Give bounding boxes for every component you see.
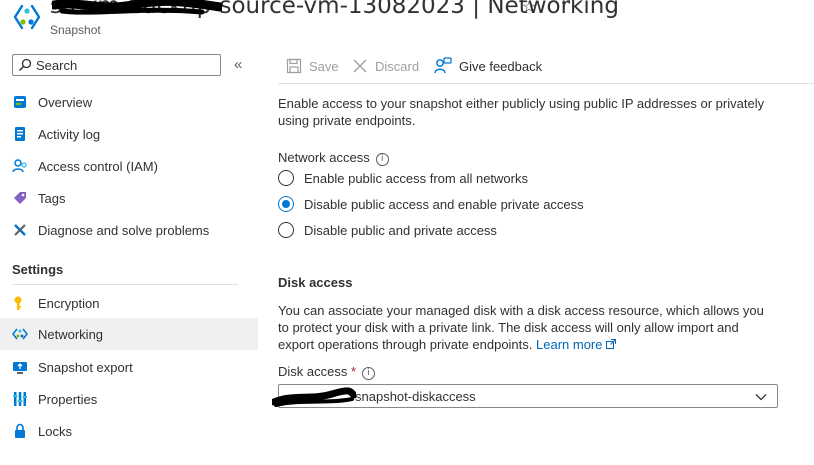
discard-label: Discard [375,58,420,74]
sidebar-item-properties[interactable]: Properties [0,383,258,415]
export-icon [13,362,27,374]
learn-more-label: Learn more [536,337,603,352]
sidebar-item-snapshot-export[interactable]: Snapshot export [0,351,258,383]
radio-disable-public-and-private[interactable]: Disable public and private access [278,220,497,240]
sidebar-item-label: Locks [38,423,72,439]
network-access-label-text: Network access [278,150,370,165]
networking-description: Enable access to your snapshot either pu… [278,96,765,128]
radio-circle[interactable] [278,222,294,238]
collapse-sidebar-icon[interactable]: « [234,56,242,73]
redaction-scribble [272,387,356,407]
networking-icon [12,328,28,340]
wrench-icon [14,224,26,236]
sidebar-item-label: Properties [38,391,98,407]
sidebar-item-label: Activity log [38,126,101,142]
external-link-icon [606,339,617,349]
discard-button[interactable]: Discard [352,56,419,76]
overview-icon [14,96,26,108]
chevron-down-icon [755,394,767,401]
sidebar-item-label: Networking [38,326,104,342]
redaction-scribble [52,0,222,15]
snapshot-resource-icon [13,4,41,30]
sidebar-item-diagnose[interactable]: Diagnose and solve problems [0,214,258,246]
sidebar-item-overview[interactable]: Overview [0,86,258,118]
settings-section-header: Settings [12,262,64,277]
disk-access-field-label: Disk access * i [278,363,376,380]
sidebar-item-label: Encryption [38,295,100,311]
disk-access-description-text: You can associate your managed disk with… [278,303,764,352]
give-feedback-label: Give feedback [459,58,543,74]
sidebar-item-label: Diagnose and solve problems [38,222,210,238]
radio-label: Disable public access and enable private… [304,196,584,212]
sidebar-item-access-control[interactable]: Access control (IAM) [0,150,258,182]
lock-icon [15,423,25,438]
disk-access-field-label-text: Disk access [278,364,348,379]
sidebar-item-tags[interactable]: Tags [0,182,258,214]
save-label: Save [309,58,339,74]
more-icon[interactable]: ··· [554,0,573,12]
sidebar-item-label: Overview [38,94,93,110]
network-access-label: Network access i [278,149,389,166]
activity-log-icon [15,127,25,141]
feedback-icon [434,57,452,74]
toolbar-divider [278,83,814,84]
search-input[interactable] [36,57,216,73]
required-indicator: * [350,364,357,379]
sidebar-item-label: Tags [38,190,66,206]
info-icon[interactable]: i [375,153,389,166]
save-button[interactable]: Save [286,56,339,76]
radio-label: Enable public access from all networks [304,170,528,186]
sidebar-item-activity-log[interactable]: Activity log [0,118,258,150]
info-icon[interactable]: i [362,367,376,380]
sidebar-item-locks[interactable]: Locks [0,415,258,447]
divider [12,284,238,285]
sidebar-item-networking[interactable]: Networking [0,318,258,350]
disk-access-heading: Disk access [278,275,353,290]
dropdown-selected-value: snapshot-diskaccess [355,389,476,404]
radio-circle[interactable] [278,170,294,186]
people-icon [12,159,27,173]
star-icon[interactable]: ☆ [522,0,536,17]
radio-enable-public-access[interactable]: Enable public access from all networks [278,168,528,188]
search-icon [18,58,32,72]
key-icon [14,296,22,310]
radio-label: Disable public and private access [304,222,497,238]
disk-access-description: You can associate your managed disk with… [278,302,778,353]
learn-more-link[interactable]: Learn more [536,337,617,352]
properties-icon [13,392,27,406]
close-icon [353,59,367,73]
sidebar-item-label: Access control (IAM) [38,158,158,174]
sidebar-item-label: Snapshot export [38,359,133,375]
give-feedback-button[interactable]: Give feedback [434,56,542,76]
radio-disable-public-enable-private[interactable]: Disable public access and enable private… [278,194,584,214]
sidebar-item-encryption[interactable]: Encryption [0,287,258,319]
tag-icon [14,192,26,204]
radio-circle-selected[interactable] [278,196,294,212]
resource-type-label: Snapshot [50,23,101,37]
save-icon [286,58,302,74]
sidebar-search[interactable] [12,54,221,76]
